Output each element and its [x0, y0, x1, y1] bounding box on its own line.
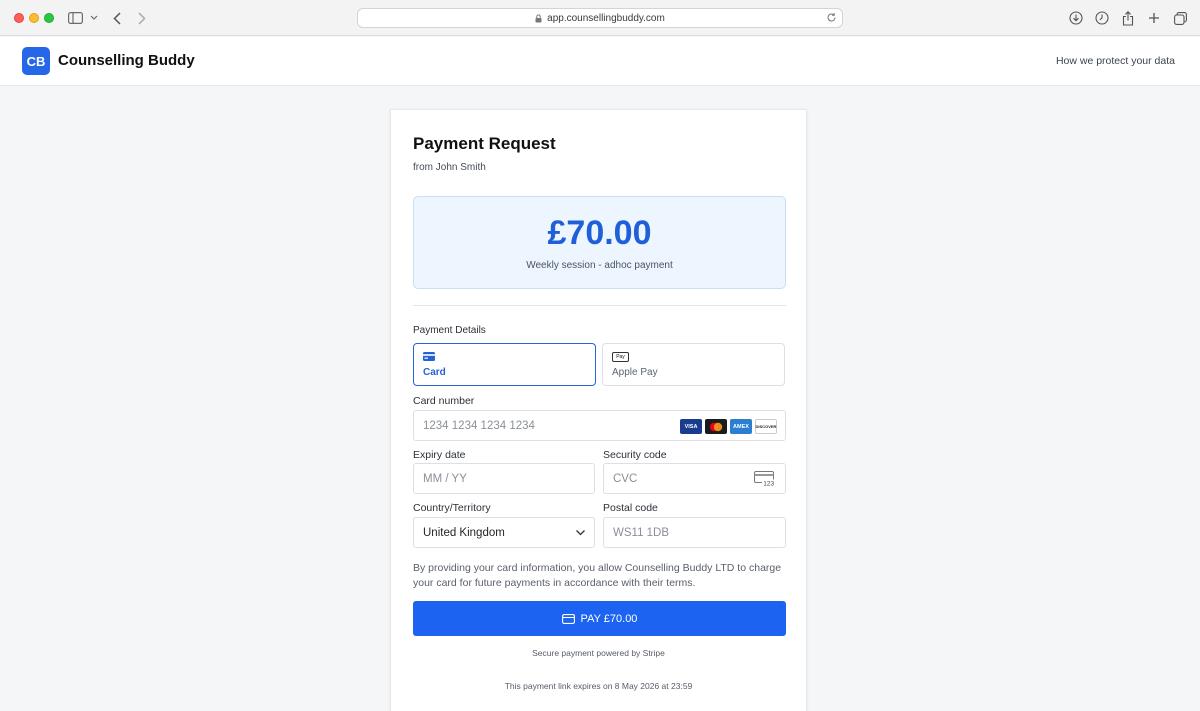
card-brand-logos: VISA AMEX DISCOVER: [680, 419, 777, 434]
card-number-label: Card number: [413, 395, 475, 407]
browser-toolbar: app.counsellingbuddy.com: [0, 0, 1200, 36]
country-select[interactable]: United Kingdom: [413, 517, 595, 548]
amount-box: £70.00 Weekly session - adhoc payment: [413, 196, 786, 289]
postal-code-label: Postal code: [603, 502, 658, 514]
logo[interactable]: CB: [22, 47, 50, 75]
discover-icon: DISCOVER: [755, 419, 777, 434]
plus-icon[interactable]: [1145, 9, 1163, 27]
chevron-down-icon[interactable]: [85, 9, 103, 27]
pay-button[interactable]: PAY £70.00: [413, 601, 786, 636]
apple-pay-method-label: Apple Pay: [612, 367, 658, 378]
history-icon[interactable]: [1093, 9, 1111, 27]
expiry-placeholder: MM / YY: [423, 472, 467, 485]
app-header: CB Counselling Buddy How we protect your…: [0, 37, 1200, 86]
address-bar[interactable]: app.counsellingbuddy.com: [357, 8, 843, 28]
security-code-placeholder: CVC: [613, 472, 638, 485]
forward-icon[interactable]: [133, 9, 151, 27]
protect-data-link[interactable]: How we protect your data: [1056, 55, 1175, 67]
card-method-tab[interactable]: Card: [413, 343, 596, 386]
postal-code-placeholder: WS11 1DB: [613, 526, 670, 539]
tabs-icon[interactable]: [1171, 9, 1189, 27]
brand-name[interactable]: Counselling Buddy: [58, 52, 195, 69]
payment-card: Payment Request from John Smith £70.00 W…: [390, 109, 807, 711]
apple-pay-method-tab[interactable]: Pay Apple Pay: [602, 343, 785, 386]
chevron-down-icon: [575, 527, 586, 538]
requester-name: from John Smith: [413, 162, 486, 173]
lock-icon: [535, 13, 542, 23]
sidebar-icon[interactable]: [66, 9, 84, 27]
page-title: Payment Request: [413, 134, 556, 153]
url-text: app.counsellingbuddy.com: [547, 12, 665, 24]
apple-pay-badge: Pay: [612, 352, 629, 362]
zoom-window-button[interactable]: [44, 13, 54, 23]
amex-icon: AMEX: [730, 419, 752, 434]
country-label: Country/Territory: [413, 502, 491, 514]
expiry-input[interactable]: MM / YY: [413, 463, 595, 494]
share-icon[interactable]: [1119, 9, 1137, 27]
expiry-note: This payment link expires on 8 May 2026 …: [504, 681, 693, 691]
amount-description: Weekly session - adhoc payment: [526, 260, 673, 271]
close-window-button[interactable]: [14, 13, 24, 23]
amount-value: £70.00: [547, 214, 652, 252]
reload-icon[interactable]: [826, 12, 837, 23]
cvc-card-icon: 123: [754, 471, 776, 487]
pay-button-label: PAY £70.00: [580, 612, 638, 625]
postal-code-input[interactable]: WS11 1DB: [603, 517, 786, 548]
card-icon: [423, 352, 435, 361]
apple-pay-icon: Pay: [612, 352, 629, 362]
download-icon[interactable]: [1067, 9, 1085, 27]
card-icon: [561, 613, 575, 624]
secure-note: Secure payment powered by Stripe: [532, 648, 665, 658]
payment-details-label: Payment Details: [413, 325, 486, 336]
visa-icon: VISA: [680, 419, 702, 434]
consent-text: By providing your card information, you …: [413, 562, 782, 589]
card-method-label: Card: [423, 367, 446, 378]
security-code-input[interactable]: CVC 123: [603, 463, 786, 494]
mastercard-icon: [705, 419, 727, 434]
back-icon[interactable]: [108, 9, 126, 27]
country-value: United Kingdom: [423, 526, 505, 539]
cvc-icon-text: 123: [763, 481, 774, 488]
minimize-window-button[interactable]: [29, 13, 39, 23]
security-code-label: Security code: [603, 449, 667, 461]
expiry-label: Expiry date: [413, 449, 466, 461]
divider: [413, 305, 786, 306]
card-number-placeholder: 1234 1234 1234 1234: [423, 419, 535, 432]
card-number-input[interactable]: 1234 1234 1234 1234 VISA AMEX DISCOVER: [413, 410, 786, 441]
